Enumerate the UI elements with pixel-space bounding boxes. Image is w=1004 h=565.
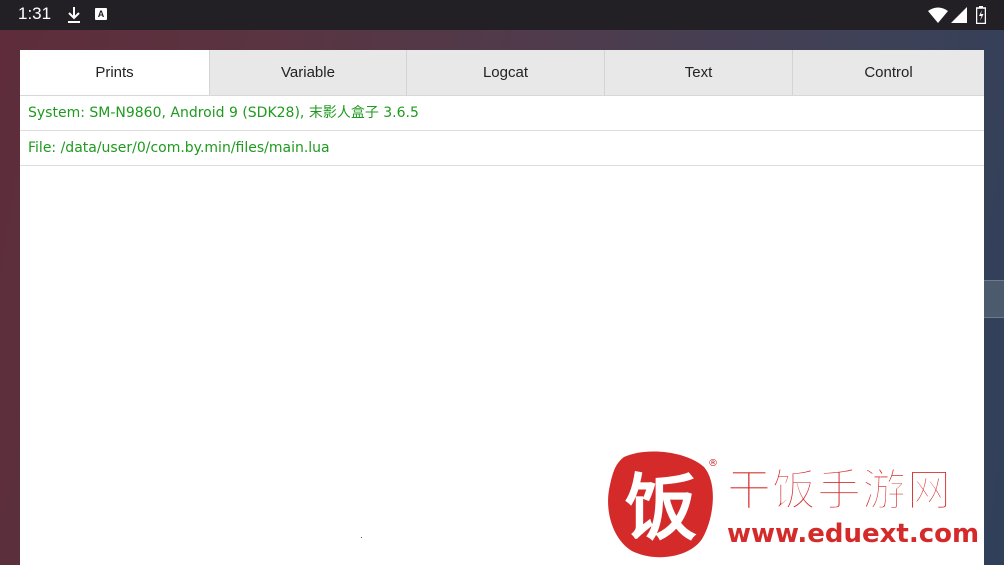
print-line-file: File: /data/user/0/com.by.min/files/main… xyxy=(20,131,984,166)
tab-bar: Prints Variable Logcat Text Control xyxy=(20,50,984,96)
status-time: 1:31 xyxy=(18,4,52,23)
tab-prints[interactable]: Prints xyxy=(20,50,209,95)
speck xyxy=(361,537,362,538)
signal-icon xyxy=(951,7,967,28)
watermark-site-url: www.eduext.com xyxy=(727,519,980,549)
background-window-edge xyxy=(984,280,1004,318)
watermark-registered-mark: ® xyxy=(708,458,718,469)
tab-control[interactable]: Control xyxy=(792,50,984,95)
tab-variable[interactable]: Variable xyxy=(209,50,406,95)
battery-icon xyxy=(975,6,987,29)
status-bar: 1:31 A xyxy=(0,0,1004,30)
download-icon xyxy=(66,6,82,29)
svg-text:饭: 饭 xyxy=(625,466,697,550)
watermark-site-name: 干饭手游网 xyxy=(727,465,952,516)
watermark-logo: 饭 xyxy=(606,449,716,565)
tab-text[interactable]: Text xyxy=(604,50,792,95)
tab-logcat[interactable]: Logcat xyxy=(406,50,604,95)
a-badge-icon: A xyxy=(95,8,107,20)
print-line-system: System: SM-N9860, Android 9 (SDK28), 末影人… xyxy=(20,96,984,131)
wifi-icon xyxy=(928,7,948,28)
